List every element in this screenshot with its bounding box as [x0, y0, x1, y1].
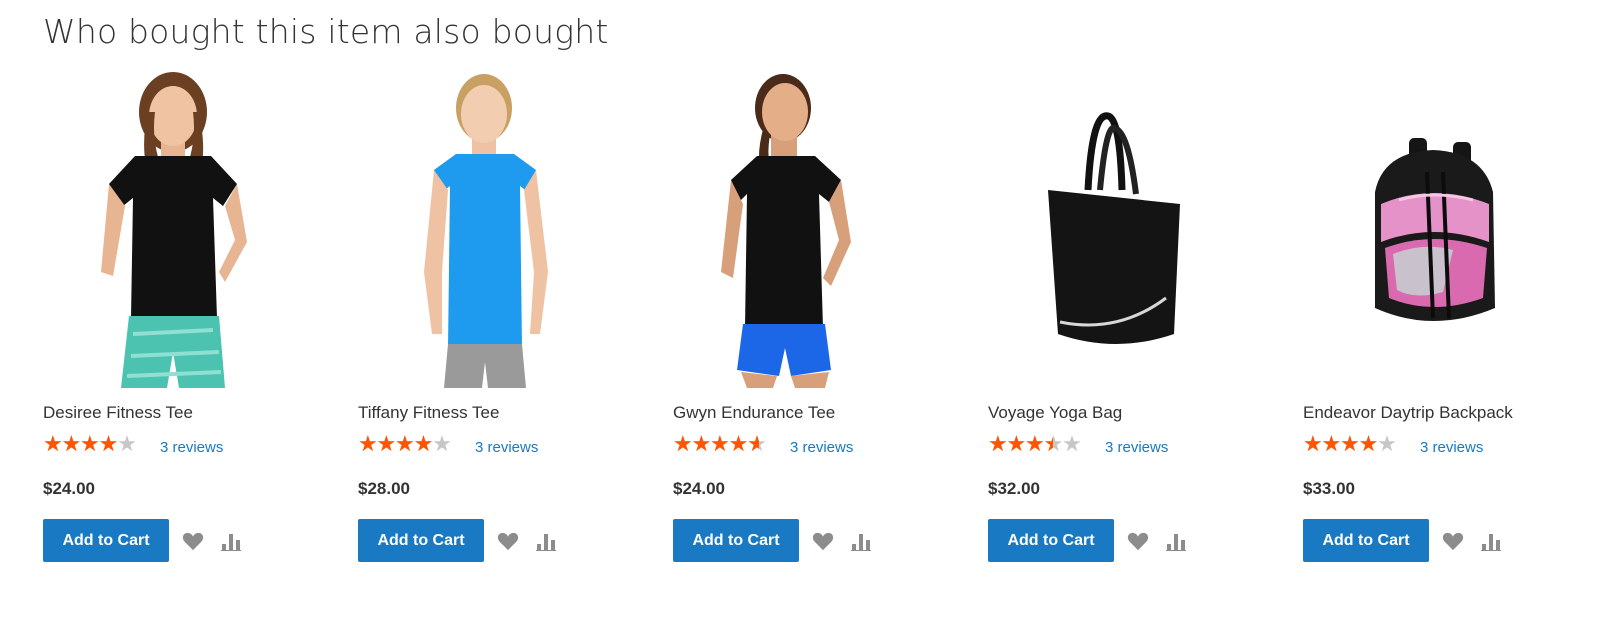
rating-stars-filled: ★★★★★ — [673, 434, 760, 456]
rating-row: ★★★★★ ★★★★★ 3 reviews — [358, 434, 538, 458]
product-card: Gwyn Endurance Tee ★★★★★ ★★★★★ 3 reviews… — [673, 72, 933, 572]
rating-row: ★★★★★ ★★★★★ 3 reviews — [988, 434, 1168, 458]
rating-stars: ★★★★★ ★★★★★ — [43, 434, 151, 458]
rating-stars: ★★★★★ ★★★★★ — [988, 434, 1096, 458]
compare-chart-icon[interactable] — [219, 529, 243, 553]
reviews-link[interactable]: 3 reviews — [790, 439, 853, 456]
product-photo-tote-bag — [1048, 112, 1180, 344]
heart-icon[interactable] — [811, 529, 835, 553]
product-photo-woman-blue-tee — [424, 74, 548, 388]
rating-stars-filled: ★★★★★ — [43, 434, 119, 456]
rating-row: ★★★★★ ★★★★★ 3 reviews — [43, 434, 223, 458]
product-price: $28.00 — [358, 479, 410, 498]
add-to-cart-button[interactable]: Add to Cart — [1303, 519, 1429, 562]
rating-stars-filled: ★★★★★ — [1303, 434, 1379, 456]
rating-row: ★★★★★ ★★★★★ 3 reviews — [1303, 434, 1483, 458]
product-name-link[interactable]: Endeavor Daytrip Backpack — [1303, 403, 1513, 423]
product-image-link[interactable] — [1303, 72, 1563, 388]
heart-icon[interactable] — [1126, 529, 1150, 553]
compare-chart-icon[interactable] — [849, 529, 873, 553]
add-to-cart-button[interactable]: Add to Cart — [988, 519, 1114, 562]
reviews-link[interactable]: 3 reviews — [1420, 439, 1483, 456]
product-price: $33.00 — [1303, 479, 1355, 498]
rating-row: ★★★★★ ★★★★★ 3 reviews — [673, 434, 853, 458]
heart-icon[interactable] — [181, 529, 205, 553]
product-image-link[interactable] — [673, 72, 933, 388]
product-price: $24.00 — [43, 479, 95, 498]
product-photo-backpack — [1375, 138, 1495, 321]
add-to-cart-button[interactable]: Add to Cart — [673, 519, 799, 562]
product-image-link[interactable] — [988, 72, 1248, 388]
rating-stars-filled: ★★★★★ — [988, 434, 1053, 456]
reviews-link[interactable]: 3 reviews — [1105, 439, 1168, 456]
add-to-cart-button[interactable]: Add to Cart — [358, 519, 484, 562]
product-name-link[interactable]: Voyage Yoga Bag — [988, 403, 1122, 423]
product-price: $24.00 — [673, 479, 725, 498]
product-grid: Desiree Fitness Tee ★★★★★ ★★★★★ 3 review… — [43, 72, 1583, 572]
product-image-link[interactable] — [43, 72, 303, 388]
product-photo-woman-black-tee-blue-shorts — [721, 74, 851, 388]
product-photo-woman-black-tee — [101, 72, 247, 388]
compare-chart-icon[interactable] — [1479, 529, 1503, 553]
product-card: Tiffany Fitness Tee ★★★★★ ★★★★★ 3 review… — [358, 72, 618, 572]
product-name-link[interactable]: Gwyn Endurance Tee — [673, 403, 835, 423]
rating-stars: ★★★★★ ★★★★★ — [358, 434, 466, 458]
add-to-cart-button[interactable]: Add to Cart — [43, 519, 169, 562]
compare-chart-icon[interactable] — [1164, 529, 1188, 553]
product-price: $32.00 — [988, 479, 1040, 498]
product-card: Desiree Fitness Tee ★★★★★ ★★★★★ 3 review… — [43, 72, 303, 572]
product-card: Voyage Yoga Bag ★★★★★ ★★★★★ 3 reviews $3… — [988, 72, 1248, 572]
section-title: Who bought this item also bought — [43, 12, 609, 51]
rating-stars-filled: ★★★★★ — [358, 434, 434, 456]
compare-chart-icon[interactable] — [534, 529, 558, 553]
product-name-link[interactable]: Tiffany Fitness Tee — [358, 403, 499, 423]
product-card: Endeavor Daytrip Backpack ★★★★★ ★★★★★ 3 … — [1303, 72, 1563, 572]
rating-stars: ★★★★★ ★★★★★ — [1303, 434, 1411, 458]
product-name-link[interactable]: Desiree Fitness Tee — [43, 403, 193, 423]
heart-icon[interactable] — [496, 529, 520, 553]
product-image-link[interactable] — [358, 72, 618, 388]
heart-icon[interactable] — [1441, 529, 1465, 553]
reviews-link[interactable]: 3 reviews — [475, 439, 538, 456]
reviews-link[interactable]: 3 reviews — [160, 439, 223, 456]
rating-stars: ★★★★★ ★★★★★ — [673, 434, 781, 458]
